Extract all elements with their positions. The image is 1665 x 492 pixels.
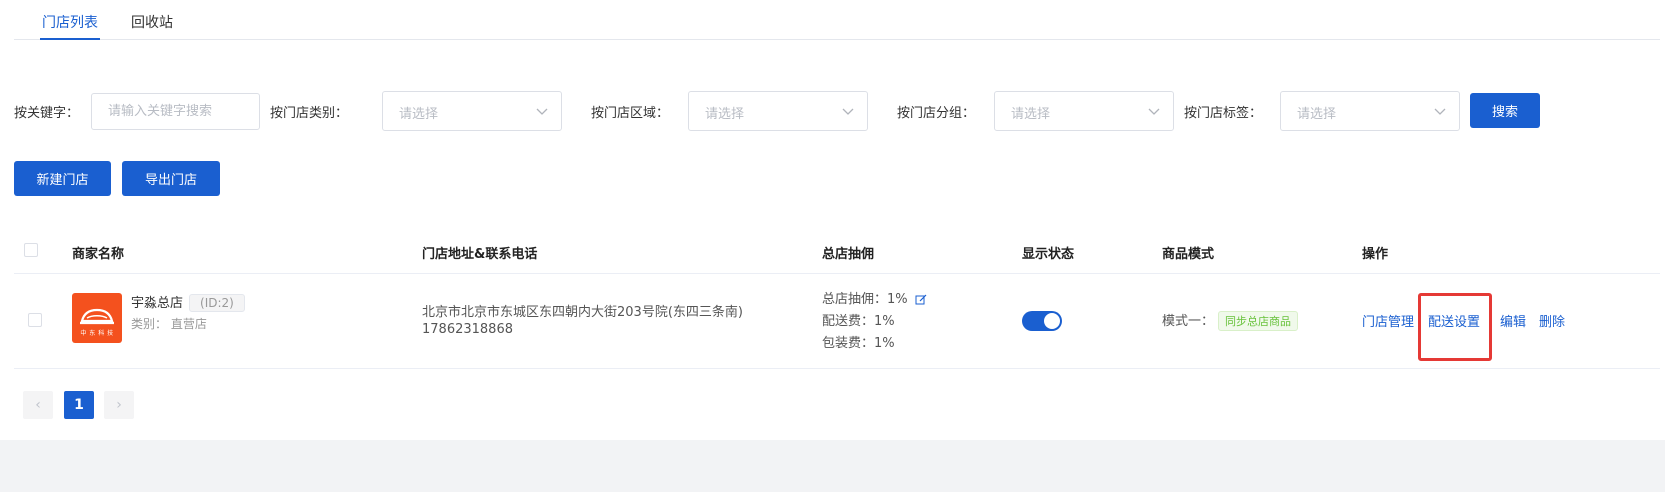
- store-phone: 17862318868: [422, 322, 513, 337]
- tab-bar: 门店列表 回收站: [14, 0, 1660, 40]
- header-product-mode: 商品模式: [1162, 247, 1215, 262]
- tab-store-list[interactable]: 门店列表: [40, 12, 100, 40]
- header-address: 门店地址&联系电话: [422, 247, 538, 262]
- prev-page-button[interactable]: ‹: [23, 391, 53, 419]
- chevron-down-icon: [1434, 108, 1446, 115]
- toggle-knob: [1044, 313, 1060, 329]
- packing-fee: 包装费：1%: [822, 336, 895, 351]
- region-select-placeholder: 请选择: [705, 107, 745, 122]
- category-select[interactable]: 请选择: [382, 91, 562, 131]
- table-row: 中 东 科 技 宇淼总店 (ID:2) 类别： 直营店 北京市北京市东城区东四朝内…: [14, 274, 1660, 369]
- select-all-checkbox[interactable]: [24, 243, 38, 257]
- chevron-down-icon: [842, 108, 854, 115]
- row-checkbox[interactable]: [28, 313, 42, 327]
- group-select[interactable]: 请选择: [994, 91, 1174, 131]
- tag-filter-label: 按门店标签：: [1184, 106, 1263, 121]
- next-page-button[interactable]: ›: [104, 391, 134, 419]
- category-filter-label: 按门店类别：: [270, 106, 349, 121]
- group-select-placeholder: 请选择: [1011, 107, 1051, 122]
- merchant-name: 宇淼总店: [131, 296, 184, 311]
- logo-text: 中 东 科 技: [80, 330, 114, 337]
- commission-line: 总店抽佣：1%: [822, 288, 927, 307]
- delete-link[interactable]: 删除: [1539, 311, 1565, 330]
- header-display-status: 显示状态: [1022, 247, 1075, 262]
- delivery-fee: 配送费：1%: [822, 314, 895, 329]
- keyword-search-input[interactable]: [91, 93, 260, 130]
- sync-products-tag: 同步总店商品: [1218, 311, 1299, 331]
- chevron-down-icon: [536, 108, 548, 115]
- keyword-filter-label: 按关键字：: [14, 106, 80, 121]
- product-mode: 模式一： 同步总店商品: [1162, 310, 1299, 331]
- tag-select-placeholder: 请选择: [1297, 107, 1337, 122]
- store-category: 类别： 直营店: [131, 317, 207, 331]
- edit-icon[interactable]: [915, 294, 927, 306]
- tag-select[interactable]: 请选择: [1280, 91, 1460, 131]
- display-status-toggle[interactable]: [1022, 311, 1062, 331]
- store-list-page: 门店列表 回收站 按关键字： 按门店类别： 请选择 按门店区域： 请选择 按门店…: [0, 0, 1665, 440]
- category-select-placeholder: 请选择: [399, 107, 439, 122]
- store-logo: 中 东 科 技: [72, 293, 122, 343]
- header-commission: 总店抽佣: [822, 247, 875, 262]
- region-filter-label: 按门店区域：: [591, 106, 670, 121]
- highlight-box: [1418, 293, 1492, 361]
- chevron-down-icon: [1148, 108, 1160, 115]
- commission-rate: 总店抽佣：1%: [822, 292, 908, 307]
- mode-label: 模式一：: [1162, 314, 1215, 329]
- store-manage-link[interactable]: 门店管理: [1362, 311, 1414, 330]
- header-operations: 操作: [1362, 247, 1389, 262]
- export-store-button[interactable]: 导出门店: [122, 161, 220, 196]
- store-id-tag: (ID:2): [189, 294, 245, 312]
- edit-link[interactable]: 编辑: [1500, 311, 1526, 330]
- region-select[interactable]: 请选择: [688, 91, 868, 131]
- group-filter-label: 按门店分组：: [897, 106, 976, 121]
- page-1-button[interactable]: 1: [64, 391, 94, 419]
- merchant-name-line: 宇淼总店 (ID:2): [131, 292, 245, 312]
- table-header: 商家名称 门店地址&联系电话 总店抽佣 显示状态 商品模式 操作: [14, 231, 1660, 274]
- store-address: 北京市北京市东城区东四朝内大街203号院(东四三条南): [422, 305, 743, 320]
- tab-recycle-bin[interactable]: 回收站: [131, 12, 173, 32]
- search-button[interactable]: 搜索: [1470, 93, 1540, 128]
- new-store-button[interactable]: 新建门店: [14, 161, 111, 196]
- header-merchant: 商家名称: [72, 247, 125, 262]
